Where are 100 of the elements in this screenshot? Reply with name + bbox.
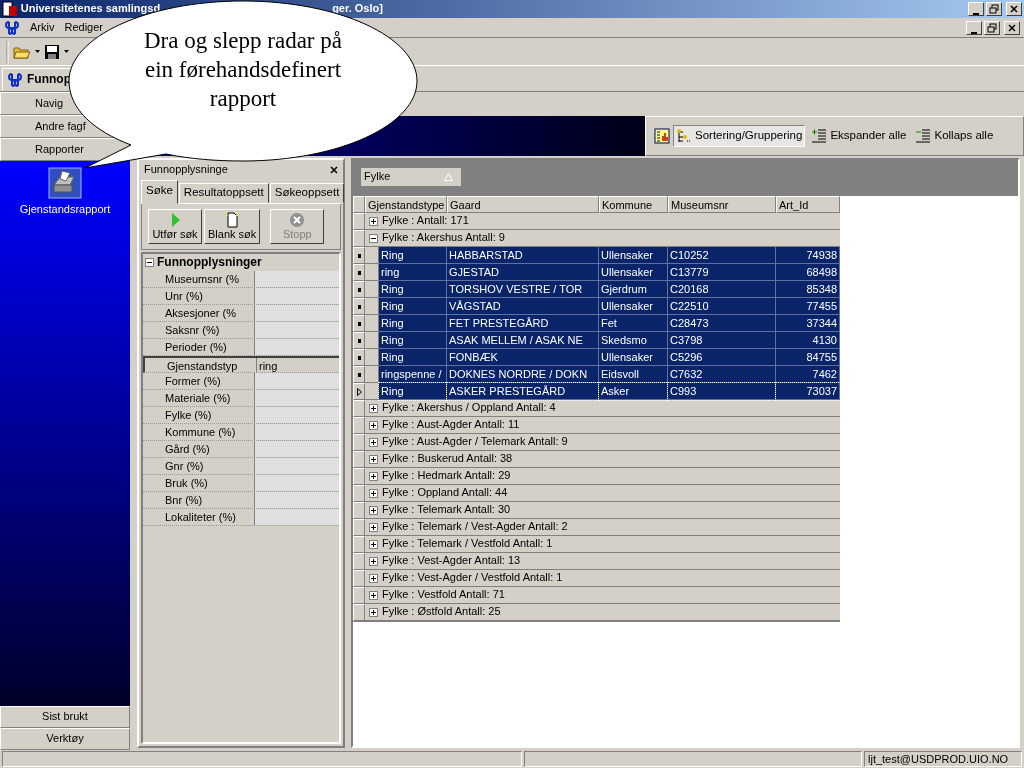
table-cell: HABBARSTAD xyxy=(447,247,599,264)
table-cell: C13779 xyxy=(668,264,776,281)
group-row[interactable]: Fylke : Østfold Antall: 25 xyxy=(365,604,840,621)
property-row[interactable]: Bnr (%) xyxy=(143,492,339,509)
property-row[interactable]: Gnr (%) xyxy=(143,458,339,475)
group-row[interactable]: Fylke : Vest-Agder Antall: 13 xyxy=(365,553,840,570)
toolbar-grip xyxy=(6,40,9,63)
property-row[interactable]: Aksesjoner (% xyxy=(143,305,339,322)
caret-icon[interactable] xyxy=(35,50,40,53)
table-cell: Ring xyxy=(379,281,447,298)
expand-toggle[interactable] xyxy=(369,454,378,464)
property-row[interactable]: Unr (%) xyxy=(143,288,339,305)
group-label: Fylke : Buskerud Antall: 38 xyxy=(382,452,513,466)
column-header[interactable]: Museumsnr xyxy=(668,196,776,213)
save-icon[interactable] xyxy=(44,43,60,60)
table-cell: Ring xyxy=(379,349,447,366)
expand-toggle[interactable] xyxy=(369,556,378,566)
expand-toggle[interactable] xyxy=(369,505,378,515)
nav-button[interactable]: Verktøy xyxy=(0,728,130,750)
group-row[interactable]: Fylke : Telemark / Vestfold Antall: 1 xyxy=(365,536,840,553)
property-row[interactable]: Fylke (%) xyxy=(143,407,339,424)
group-row[interactable]: Fylke : Buskerud Antall: 38 xyxy=(365,451,840,468)
expand-toggle[interactable] xyxy=(369,216,378,226)
group-label: Fylke : Aust-Agder Antall: 11 xyxy=(382,418,520,432)
close-icon[interactable] xyxy=(330,166,338,174)
property-row[interactable]: Perioder (%) xyxy=(143,339,339,356)
expand-toggle[interactable] xyxy=(369,590,378,600)
expand-toggle[interactable] xyxy=(369,573,378,583)
property-row[interactable]: Bruk (%) xyxy=(143,475,339,492)
group-label: Fylke : Vestfold Antall: 71 xyxy=(382,588,505,602)
column-header[interactable]: Kommune xyxy=(599,196,668,213)
search-button[interactable]: Blank søk xyxy=(204,208,261,244)
expand-toggle[interactable] xyxy=(369,488,378,498)
column-header[interactable]: Art_Id xyxy=(776,196,840,213)
minimize-button[interactable] xyxy=(968,2,984,16)
toolbar-button[interactable]: Ekspander alle xyxy=(808,125,910,147)
expand-toggle[interactable] xyxy=(369,403,378,413)
close-icon xyxy=(1007,22,1017,33)
table-cell: Ullensaker xyxy=(599,264,668,281)
group-label: Fylke : Akershus Antall: 9 xyxy=(382,231,505,245)
expand-toggle[interactable] xyxy=(369,539,378,549)
restore-button[interactable] xyxy=(986,2,1002,16)
property-row[interactable]: Former (%) xyxy=(143,373,339,390)
window-title: Universitetenes samlingsd xyxy=(20,2,161,16)
expand-toggle[interactable] xyxy=(369,471,378,481)
toolbar-button[interactable]: Kollaps alle xyxy=(912,125,997,147)
collapse-toggle[interactable] xyxy=(145,258,154,267)
document-restore-button[interactable] xyxy=(984,20,1000,35)
group-label: Fylke : Telemark / Vestfold Antall: 1 xyxy=(382,537,553,551)
toolbar-button[interactable]: Sortering/Gruppering xyxy=(673,125,806,147)
tab[interactable]: Søkeoppsett xyxy=(269,183,345,203)
menu-item[interactable]: Arkiv xyxy=(30,20,55,35)
table-cell: C22510 xyxy=(668,298,776,315)
column-header[interactable]: Gjenstandstype xyxy=(365,196,447,213)
property-row[interactable]: Materiale (%) xyxy=(143,390,339,407)
report-icon[interactable] xyxy=(654,128,670,144)
table-cell: 77455 xyxy=(776,298,840,315)
expand-toggle[interactable] xyxy=(369,607,378,617)
group-row[interactable]: Fylke : Antall: 171 xyxy=(365,213,840,230)
property-row[interactable]: Museumsnr (% xyxy=(143,271,339,288)
tab[interactable]: Resultatoppsett xyxy=(178,183,269,203)
column-header[interactable]: Gaard xyxy=(447,196,599,213)
group-label: Fylke : Telemark Antall: 30 xyxy=(382,503,511,517)
menu-item[interactable]: Rediger xyxy=(64,20,103,35)
group-row[interactable]: Fylke : Akershus / Oppland Antall: 4 xyxy=(365,400,840,417)
table-cell: FONBÆK xyxy=(447,349,599,366)
group-row[interactable]: Fylke : Aust-Agder Antall: 11 xyxy=(365,417,840,434)
group-label: Fylke : Hedmark Antall: 29 xyxy=(382,469,511,483)
group-row[interactable]: Fylke : Aust-Agder / Telemark Antall: 9 xyxy=(365,434,840,451)
property-row[interactable]: Gård (%) xyxy=(143,441,339,458)
collapse-list-icon xyxy=(915,128,932,144)
group-row[interactable]: Fylke : Hedmark Antall: 29 xyxy=(365,468,840,485)
report-label: Gjenstandsrapport xyxy=(19,203,111,217)
property-row[interactable]: Lokaliteter (%) xyxy=(143,509,339,526)
expand-toggle[interactable] xyxy=(369,437,378,447)
property-row[interactable]: Gjenstandstyp ring xyxy=(143,356,339,373)
group-by-column[interactable]: Fylke xyxy=(361,168,461,186)
group-row[interactable]: Fylke : Telemark Antall: 30 xyxy=(365,502,840,519)
close-button[interactable] xyxy=(1006,2,1022,16)
expand-toggle[interactable] xyxy=(369,420,378,430)
group-row[interactable]: Fylke : Telemark / Vest-Agder Antall: 2 xyxy=(365,519,840,536)
property-row[interactable]: Saksnr (%) xyxy=(143,322,339,339)
tree-icon xyxy=(676,128,692,144)
collapse-toggle[interactable] xyxy=(369,233,378,243)
expand-toggle[interactable] xyxy=(369,522,378,532)
app-icon xyxy=(7,71,23,88)
group-row[interactable]: Fylke : Vest-Agder / Vestfold Antall: 1 xyxy=(365,570,840,587)
table-cell: FET PRESTEGÅRD xyxy=(447,315,599,332)
property-row[interactable]: Kommune (%) xyxy=(143,424,339,441)
document-minimize-button[interactable] xyxy=(966,20,982,35)
nav-button[interactable]: Sist brukt xyxy=(0,706,130,728)
report-item[interactable]: Gjenstandsrapport xyxy=(19,167,111,217)
restore-icon xyxy=(989,4,999,14)
table-cell: C28473 xyxy=(668,315,776,332)
document-close-button[interactable] xyxy=(1004,20,1020,35)
caret-icon[interactable] xyxy=(64,50,69,53)
group-row[interactable]: Fylke : Oppland Antall: 44 xyxy=(365,485,840,502)
search-button[interactable]: Utfør søk xyxy=(148,208,202,244)
group-row[interactable]: Fylke : Vestfold Antall: 71 xyxy=(365,587,840,604)
tab[interactable]: Søke xyxy=(141,180,178,204)
